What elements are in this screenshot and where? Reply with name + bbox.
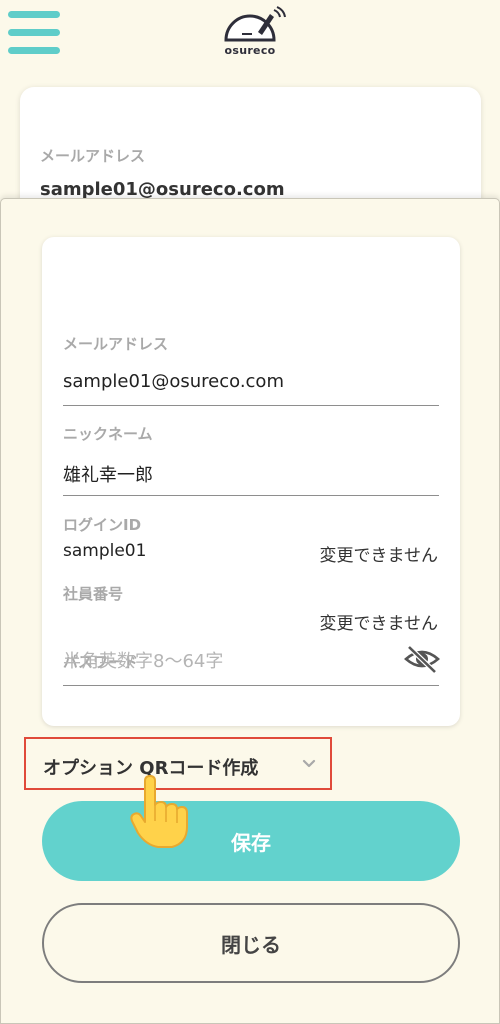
nickname-field-underline — [63, 495, 439, 496]
logo-text: osureco — [224, 44, 276, 57]
email-label: メールアドレス — [63, 335, 169, 353]
profile-form-card: メールアドレス sample01@osureco.com ニックネーム 雄礼幸一… — [42, 237, 460, 726]
edit-profile-modal: メールアドレス sample01@osureco.com ニックネーム 雄礼幸一… — [0, 198, 500, 1024]
password-input[interactable] — [63, 648, 393, 674]
email-value: sample01@osureco.com — [40, 179, 285, 200]
nickname-field[interactable]: 雄礼幸一郎 — [63, 461, 153, 487]
email-label: メールアドレス — [40, 147, 146, 165]
login-id-value: sample01 — [63, 541, 147, 561]
password-field-underline — [63, 685, 439, 686]
nickname-label: ニックネーム — [63, 425, 153, 443]
employee-number-note: 変更できません — [319, 614, 439, 634]
login-id-note: 変更できません — [319, 546, 439, 566]
eye-slash-icon[interactable] — [404, 644, 440, 674]
hamburger-bar — [8, 47, 60, 54]
hamburger-menu-icon[interactable] — [8, 9, 62, 57]
employee-number-label: 社員番号 — [63, 585, 124, 603]
hand-pointer-icon — [130, 775, 188, 848]
save-button[interactable]: 保存 — [42, 801, 460, 881]
login-id-label: ログインID — [63, 516, 142, 534]
close-button[interactable]: 閉じる — [42, 903, 460, 983]
hamburger-bar — [8, 11, 60, 18]
chevron-down-icon — [302, 759, 316, 768]
email-field-underline — [63, 405, 439, 406]
hamburger-bar — [8, 29, 60, 36]
app-logo: osureco — [218, 6, 288, 58]
logo-mark-icon — [224, 6, 286, 42]
email-field[interactable]: sample01@osureco.com — [63, 371, 284, 392]
